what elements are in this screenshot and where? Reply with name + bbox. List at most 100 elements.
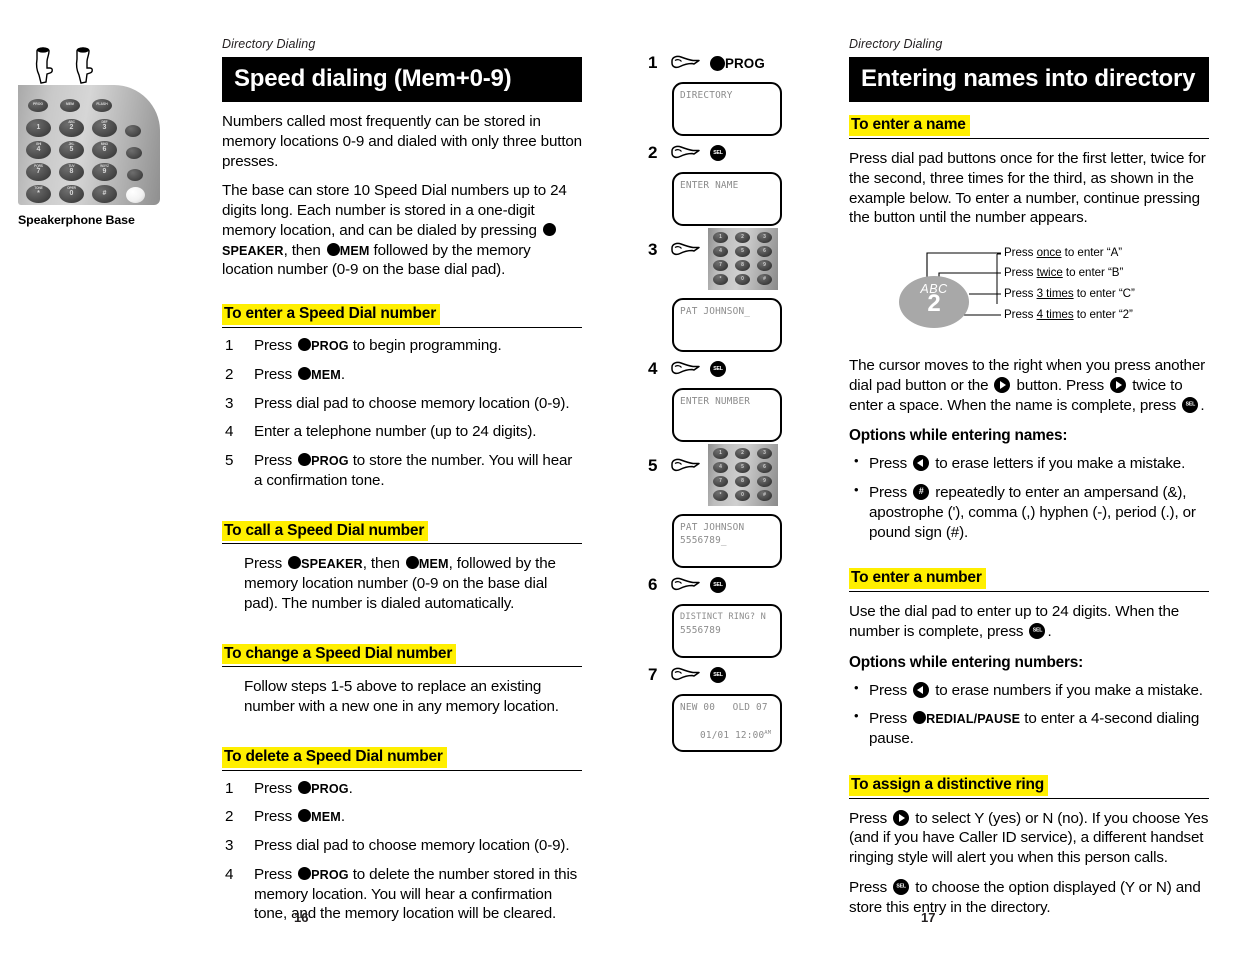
banner-title-right: Entering names into directory [861,65,1196,92]
key-label-speaker: SPEAKER [301,557,363,572]
step-block-5: 5 1 2 3 4 5 6 7 8 9 * 0 # PAT JOHNSON 55… [648,444,823,568]
hand-icon-left [30,45,57,85]
base-key-6: MNO 6 [92,141,117,159]
steps-enter-speed-dial: 1 Press PROG to begin programming. 2 Press… [222,336,582,491]
banner-speed-dialing: Speed dialing (Mem+0-9) [222,57,582,103]
callout-post: to enter “2” [1073,308,1133,321]
round-button-icon [288,556,302,570]
steps-delete-speed-dial: 1 Press PROG. 2 Press MEM. 3 Press dial pad… [222,779,582,925]
lcd-display: DISTINCT RING? N 5556789 [672,604,782,658]
callout-post: to enter “B” [1062,266,1124,279]
step-block-4: 4 ENTER NUMBER [648,354,823,442]
list-item: •Press repeatedly to enter an ampersand … [849,482,1209,542]
callout-label-3-times: Press 3 times to enter “C” [1004,287,1135,300]
page-number-right: 17 [921,910,936,925]
step-key-prog: PROG [708,55,765,71]
lcd-line-1: DIRECTORY [680,90,733,101]
left-page-content: Directory Dialing Speed dialing (Mem+0-9… [222,37,582,924]
bullet-post: to erase numbers if you make a mistake. [931,681,1203,699]
step-item: 2 Press MEM. [222,365,582,385]
pointing-hand-icon [668,53,702,73]
step-key-sel [708,145,728,161]
step-text-pre: Press dial pad to choose memory location… [254,837,570,855]
keypad-key-3: 3 [757,232,772,243]
lcd-line-2: 5556789 [680,625,721,636]
step-text-pre: Press dial pad to choose memory location… [254,394,570,412]
key-label: PROG [311,867,349,882]
step-number: 2 [225,808,234,826]
base-key-star: TONE * [26,185,51,203]
pound-button-icon [913,484,930,500]
sel-button-icon [893,878,910,895]
call-speed-dial-paragraph: Press SPEAKER, then MEM, followed by the… [244,554,582,613]
call-part-b: , then [362,555,404,573]
keypad-key-5: 5 [735,246,750,257]
step-number: 4 [225,865,234,883]
illustration-caption: Speakerphone Base [18,213,135,227]
step-key-sel [708,361,728,377]
pointing-hand-icon [668,143,702,163]
key-label: PROG [311,339,349,353]
bullet-post: to erase letters if you make a mistake. [931,455,1186,473]
list-item: • Press to erase numbers if you make a mi… [849,680,1209,701]
base-key-5: JKL 5 [59,141,84,159]
key-label-speaker: SPEAKER [222,243,284,258]
step-number: 5 [648,456,658,475]
step-text-pre: Press [254,779,297,797]
keypad-key-7: 7 [713,260,728,271]
keypad-key-6: 6 [757,462,772,473]
step-item: 4 Enter a telephone number (up to 24 digi… [222,422,582,442]
base-key-7: PQRS 7 [26,163,51,181]
subhead-delete-speed-dial: To delete a Speed Dial number [222,746,582,771]
sel-button-icon [1029,622,1046,639]
step-item: 2 Press MEM. [222,807,582,827]
abc-key-callout-diagram: ABC 2 Press once to enter “A” Press twic… [849,242,1209,338]
keypad-key-star: * [713,490,728,501]
subhead-change-speed-dial: To change a Speed Dial number [222,643,582,668]
callout-pre: Press [1004,308,1037,321]
round-button-icon [298,366,312,380]
bullet-icon: • [854,482,859,497]
subhead-call-speed-dial: To call a Speed Dial number [222,520,582,545]
round-button-icon [710,55,725,71]
right-arrow-button-icon [1110,376,1127,393]
base-button-mem: MEM [60,99,80,112]
left-arrow-button-icon [913,681,930,698]
options-numbers-heading: Options while entering numbers: [849,653,1084,671]
lcd-line-1: ENTER NUMBER [680,396,751,407]
callout-emph: 4 times [1036,308,1074,321]
sel-button-icon [710,361,726,377]
step-text-pre: Press [254,452,297,469]
callout-emph: twice [1036,266,1063,279]
step-number: 2 [225,365,234,383]
lcd-display: PAT JOHNSON 5556789_ [672,514,782,568]
right-arrow-button-icon [994,376,1011,393]
page-number-left: 16 [294,910,309,925]
bullet-icon: • [854,708,859,724]
base-key-pound: # [92,185,117,203]
base-key-1: 1 [26,119,51,137]
step-number: 1 [225,779,234,797]
subhead-assign-ring-label: To assign a distinctive ring [849,774,1049,796]
intro2-part-b: , then [283,241,325,259]
call-part-a: Press [244,555,287,573]
step-item: 3 Press dial pad to choose memory locatio… [222,836,582,856]
round-button-icon [298,809,312,823]
key-label: MEM [311,810,341,825]
pointing-hand-icon [668,359,702,379]
base-button-redial-pause [127,169,143,181]
step-item: 1 Press PROG to begin programming. [222,336,582,356]
step-number: 1 [648,53,658,72]
sel-button-icon [710,145,726,161]
key-label: PROG [311,454,349,468]
callout-label-4-times: Press 4 times to enter “2” [1004,308,1133,321]
subhead-enter-name-label: To enter a name [849,115,970,136]
intro-paragraph-1: Numbers called most frequently can be st… [222,113,582,170]
assign-ring-paragraph-2: Press to choose the option displayed (Y … [849,878,1209,918]
keypad-key-1: 1 [713,232,728,243]
callout-emph: once [1036,246,1062,259]
lcd-line-1: NEW 00 OLD 07 [680,702,768,713]
enter-number-part-a: Use the dial pad to enter up to 24 digit… [849,603,1180,640]
keypad-key-2: 2 [735,448,750,459]
lcd-line-1: DISTINCT RING? N [680,612,766,622]
